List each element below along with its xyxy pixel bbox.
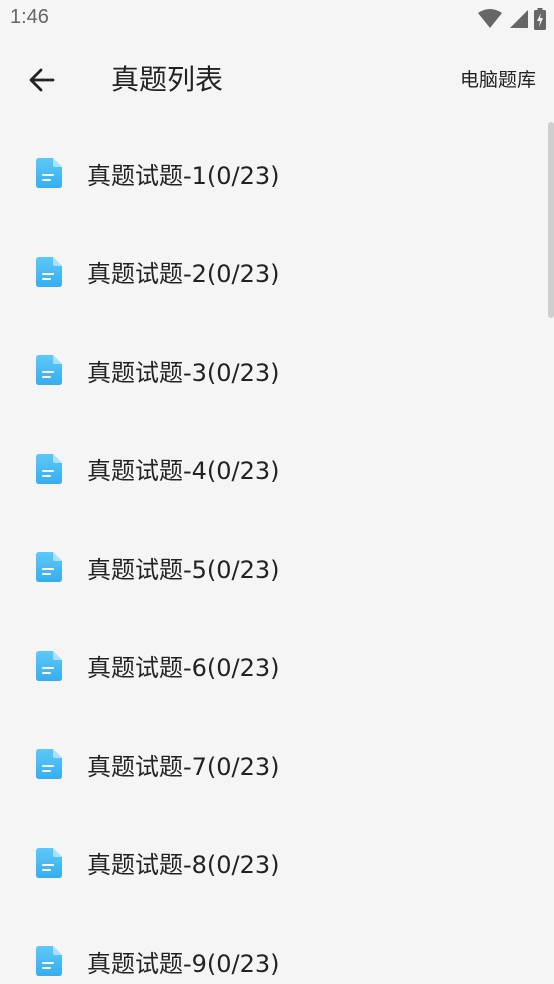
battery-charging-icon bbox=[534, 8, 546, 30]
list-item[interactable]: 真题试题-6(0/23) bbox=[0, 617, 554, 716]
document-icon bbox=[36, 256, 62, 287]
list-item[interactable]: 真题试题-2(0/23) bbox=[0, 223, 554, 322]
status-bar: 1:46 bbox=[0, 0, 554, 40]
wifi-icon bbox=[478, 9, 502, 28]
list-item[interactable]: 真题试题-8(0/23) bbox=[0, 814, 554, 913]
list-item-label: 真题试题-5(0/23) bbox=[87, 555, 280, 584]
list-item[interactable]: 真题试题-4(0/23) bbox=[0, 420, 554, 519]
document-icon bbox=[36, 847, 62, 878]
signal-icon bbox=[510, 10, 528, 28]
list-item-label: 真题试题-6(0/23) bbox=[87, 654, 280, 683]
exam-list: 真题试题-1(0/23) 真题试题-2(0/23) 真题试题-3(0/23) 真题试题… bbox=[0, 124, 554, 984]
list-item-label: 真题试题-4(0/23) bbox=[87, 457, 280, 486]
document-icon bbox=[36, 749, 62, 780]
document-icon bbox=[36, 158, 62, 189]
arrow-left-icon bbox=[29, 68, 55, 92]
list-item[interactable]: 真题试题-7(0/23) bbox=[0, 715, 554, 814]
list-item-label: 真题试题-1(0/23) bbox=[87, 161, 280, 190]
list-item[interactable]: 真题试题-3(0/23) bbox=[0, 321, 554, 420]
list-item-label: 真题试题-3(0/23) bbox=[87, 358, 280, 387]
scrollbar[interactable] bbox=[548, 122, 554, 318]
page-title: 真题列表 bbox=[111, 63, 224, 96]
document-icon bbox=[36, 552, 62, 583]
back-button[interactable] bbox=[22, 60, 62, 100]
list-item-label: 真题试题-9(0/23) bbox=[87, 949, 280, 978]
list-item-label: 真题试题-2(0/23) bbox=[87, 260, 280, 289]
screen: 1:46 真题列表 电脑题库 真题试题-1(0/23) 真题试题-2(0/23) 真… bbox=[0, 0, 554, 984]
list-item-label: 真题试题-7(0/23) bbox=[87, 752, 280, 781]
status-time: 1:46 bbox=[10, 6, 49, 28]
list-item[interactable]: 真题试题-5(0/23) bbox=[0, 518, 554, 617]
list-item[interactable]: 真题试题-1(0/23) bbox=[0, 124, 554, 223]
app-bar: 真题列表 电脑题库 bbox=[0, 40, 554, 120]
document-icon bbox=[36, 453, 62, 484]
document-icon bbox=[36, 355, 62, 386]
list-item-label: 真题试题-8(0/23) bbox=[87, 851, 280, 880]
document-icon bbox=[36, 650, 62, 681]
document-icon bbox=[36, 946, 62, 977]
list-item[interactable]: 真题试题-9(0/23) bbox=[0, 912, 554, 984]
status-icons bbox=[478, 8, 546, 30]
computer-question-bank-button[interactable]: 电脑题库 bbox=[460, 66, 536, 94]
